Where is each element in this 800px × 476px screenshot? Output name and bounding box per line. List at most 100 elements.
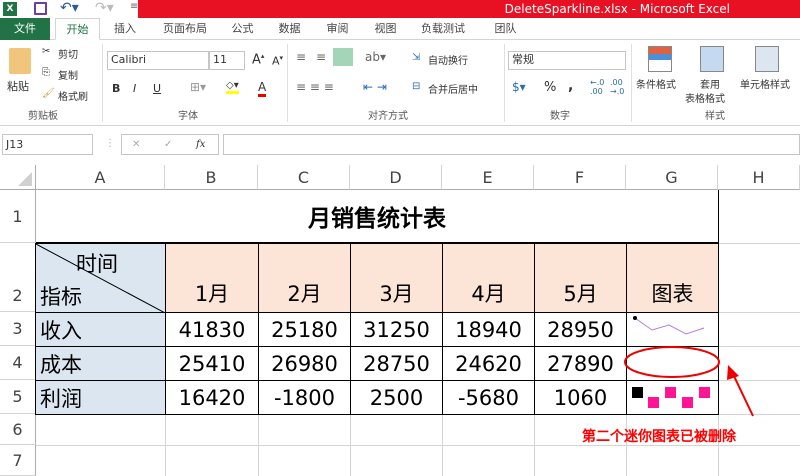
row-header-2[interactable]: 2 xyxy=(0,243,36,312)
value-cell[interactable]: 16420 xyxy=(165,380,259,415)
month-header-1[interactable]: 1月 xyxy=(165,243,259,313)
format-as-table-button-line1[interactable]: 套用 xyxy=(700,76,720,91)
align-top-icon[interactable]: ≡ xyxy=(296,50,306,64)
format-as-table-button-line2[interactable]: 表格格式 xyxy=(685,90,725,105)
value-cell[interactable]: 41830 xyxy=(165,312,259,347)
align-bottom-icon[interactable] xyxy=(333,48,353,66)
corner-header-cell[interactable]: 时间 指标 xyxy=(35,243,166,313)
value-cell[interactable]: -1800 xyxy=(258,380,351,415)
tab-home[interactable]: 开始 xyxy=(55,18,100,40)
tab-load-test[interactable]: 负载测试 xyxy=(418,18,468,40)
font-name-select[interactable]: Calibri xyxy=(107,51,209,70)
italic-button[interactable]: I xyxy=(133,82,136,95)
tab-page-layout[interactable]: 页面布局 xyxy=(155,18,215,40)
row-label-cell[interactable]: 收入 xyxy=(35,312,166,347)
grow-font-icon[interactable]: A▴ xyxy=(252,52,264,67)
column-header-h[interactable]: H xyxy=(718,165,800,190)
indent-icon[interactable]: ⇤ ⇥ xyxy=(363,80,387,94)
insert-function-icon[interactable]: fx xyxy=(196,137,205,153)
column-header-g[interactable]: G xyxy=(626,165,718,190)
value-cell[interactable]: 28950 xyxy=(534,312,627,347)
row-label-cell[interactable]: 利润 xyxy=(35,380,166,415)
row-label-cell[interactable]: 成本 xyxy=(35,346,166,381)
value-cell[interactable]: -5680 xyxy=(442,380,535,415)
cut-button[interactable]: 剪切 xyxy=(58,46,78,61)
tab-data[interactable]: 数据 xyxy=(272,18,307,40)
month-header-2[interactable]: 2月 xyxy=(258,243,351,313)
formula-input[interactable] xyxy=(223,134,800,155)
value-cell[interactable]: 25180 xyxy=(258,312,351,347)
save-icon[interactable] xyxy=(34,2,47,15)
copy-button[interactable]: 复制 xyxy=(58,67,78,82)
column-header-d[interactable]: D xyxy=(350,165,442,190)
value-cell[interactable]: 27890 xyxy=(534,346,627,381)
orientation-icon[interactable]: ab▾ xyxy=(365,50,386,64)
tab-insert[interactable]: 插入 xyxy=(105,18,145,40)
wrap-text-button[interactable]: 自动换行 xyxy=(428,52,468,67)
borders-icon[interactable]: ⊞▾ xyxy=(190,80,206,94)
row-header-1[interactable]: 1 xyxy=(0,190,36,243)
align-middle-icon[interactable]: ≡ xyxy=(316,50,326,64)
row-header-5[interactable]: 5 xyxy=(0,380,36,414)
tab-file[interactable]: 文件 xyxy=(0,18,50,40)
conditional-format-icon xyxy=(648,46,672,72)
number-format-select[interactable]: 常规 xyxy=(508,51,626,70)
formula-bar-area: J13 ⋮ ✕ ✓ fx xyxy=(0,126,800,164)
redo-icon[interactable]: ↷▾ xyxy=(95,0,114,16)
month-header-4[interactable]: 4月 xyxy=(442,243,535,313)
column-header-f[interactable]: F xyxy=(534,165,626,190)
align-left-icon[interactable]: ≡ ≡ ≡ xyxy=(296,80,334,94)
group-number: 数字 xyxy=(550,111,570,122)
tab-formulas[interactable]: 公式 xyxy=(225,18,260,40)
row-header-7[interactable]: 7 xyxy=(0,445,36,476)
currency-icon[interactable]: $▾ xyxy=(512,80,526,94)
format-painter-button[interactable]: 格式刷 xyxy=(58,88,88,103)
name-box[interactable]: J13 xyxy=(2,134,93,155)
decrease-decimal-icon[interactable]: .00 →.0 xyxy=(610,78,624,96)
bold-button[interactable]: B xyxy=(112,82,120,95)
chart-header[interactable]: 图表 xyxy=(626,243,719,313)
value-cell[interactable]: 2500 xyxy=(350,380,443,415)
cell-styles-button[interactable]: 单元格样式 xyxy=(740,76,790,91)
month-header-3[interactable]: 3月 xyxy=(350,243,443,313)
percent-button[interactable]: % xyxy=(544,80,556,95)
fill-color-icon[interactable]: ◇▾ xyxy=(226,80,239,94)
increase-decimal-icon[interactable]: ←.0.00 xyxy=(590,78,604,96)
column-header-c[interactable]: C xyxy=(258,165,350,190)
row-header-3[interactable]: 3 xyxy=(0,312,36,346)
window-title: DeleteSparkline.xlsx - Microsoft Excel xyxy=(138,0,800,18)
paste-button[interactable]: 粘贴 xyxy=(7,78,29,94)
ribbon: 粘贴 ✂ 剪切 ⎘ 复制 🖌 格式刷 剪贴板 Calibri 11 A▴ A▾ … xyxy=(0,40,800,126)
font-color-icon[interactable]: A xyxy=(258,80,267,97)
value-cell[interactable]: 24620 xyxy=(442,346,535,381)
column-header-b[interactable]: B xyxy=(165,165,258,190)
font-size-select[interactable]: 11 xyxy=(209,51,245,70)
group-font: 字体 xyxy=(178,111,198,122)
row-header-6[interactable]: 6 xyxy=(0,414,36,445)
value-cell[interactable]: 31250 xyxy=(350,312,443,347)
enter-icon[interactable]: ✓ xyxy=(164,137,172,153)
group-clipboard: 剪贴板 xyxy=(28,111,58,122)
value-cell[interactable]: 18940 xyxy=(442,312,535,347)
shrink-font-icon[interactable]: A▾ xyxy=(272,54,283,68)
comma-button[interactable]: , xyxy=(568,78,573,94)
value-cell[interactable]: 1060 xyxy=(534,380,627,415)
conditional-format-button[interactable]: 条件格式 xyxy=(636,76,676,91)
select-all-corner[interactable] xyxy=(0,165,36,190)
value-cell[interactable]: 26980 xyxy=(258,346,351,381)
month-header-5[interactable]: 5月 xyxy=(534,243,627,313)
formula-buttons: ✕ ✓ fx xyxy=(121,134,219,155)
tab-team[interactable]: 团队 xyxy=(488,18,523,40)
row-header-4[interactable]: 4 xyxy=(0,346,36,380)
cancel-icon[interactable]: ✕ xyxy=(132,137,140,153)
underline-button[interactable]: U xyxy=(153,82,161,95)
merge-center-button[interactable]: 合并后居中 xyxy=(428,81,478,96)
sheet-title-cell[interactable]: 月销售统计表 xyxy=(36,190,719,244)
tab-review[interactable]: 审阅 xyxy=(320,18,355,40)
tab-view[interactable]: 视图 xyxy=(368,18,403,40)
undo-icon[interactable]: ↶▾ xyxy=(60,0,79,16)
value-cell[interactable]: 28750 xyxy=(350,346,443,381)
column-header-e[interactable]: E xyxy=(442,165,534,190)
column-header-a[interactable]: A xyxy=(36,165,165,190)
value-cell[interactable]: 25410 xyxy=(165,346,259,381)
